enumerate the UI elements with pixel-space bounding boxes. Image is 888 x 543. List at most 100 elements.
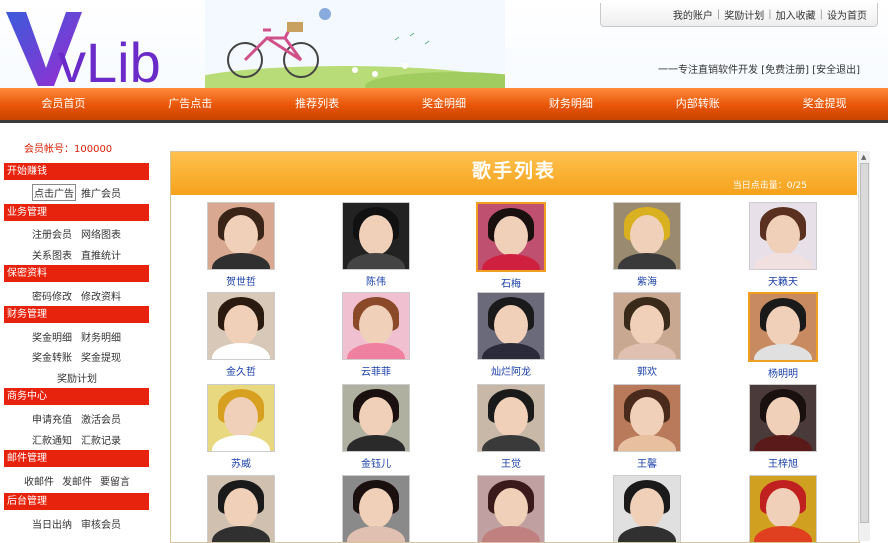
singer-photo[interactable]	[749, 384, 817, 452]
nav-internal-transfer[interactable]: 内部转账	[634, 88, 761, 120]
singer-photo[interactable]	[342, 292, 410, 360]
nav-bonus-withdraw[interactable]: 奖金提现	[761, 88, 888, 120]
sidebar-item-bonus-withdraw[interactable]: 奖金提现	[81, 349, 121, 364]
section-business-management[interactable]: 业务管理	[4, 204, 149, 221]
sidebar-item-register-member[interactable]: 注册会员	[32, 226, 72, 241]
sidebar-item-relation-chart[interactable]: 关系图表	[32, 247, 72, 262]
add-favorite-link[interactable]: 加入收藏	[776, 7, 816, 22]
singer-card[interactable]	[336, 475, 416, 542]
singer-card[interactable]: 金钰儿	[336, 384, 416, 470]
singer-card[interactable]: 王馨	[607, 384, 687, 470]
nav-referral-list[interactable]: 推荐列表	[254, 88, 381, 120]
sidebar-item-remittance-notice[interactable]: 汇款通知	[32, 432, 72, 447]
scroll-up-arrow-icon[interactable]: ▲	[861, 153, 866, 161]
set-homepage-link[interactable]: 设为首页	[827, 7, 867, 22]
singer-name[interactable]: 苏威	[201, 455, 281, 470]
singer-name[interactable]: 紫海	[607, 273, 687, 288]
singer-name[interactable]: 金久哲	[201, 363, 281, 378]
nav-bonus-details[interactable]: 奖金明细	[381, 88, 508, 120]
singer-photo[interactable]	[342, 475, 410, 542]
singer-card[interactable]: 王梓旭	[743, 384, 823, 470]
singer-card[interactable]: 贺世哲	[201, 202, 281, 288]
singer-photo[interactable]	[207, 475, 275, 542]
sidebar-item-remittance-records[interactable]: 汇款记录	[81, 432, 121, 447]
singer-card[interactable]: 王觉	[471, 384, 551, 470]
singer-name[interactable]: 杨明明	[743, 365, 823, 380]
my-account-link[interactable]: 我的账户	[673, 7, 713, 22]
singer-photo[interactable]	[613, 202, 681, 270]
singer-photo[interactable]	[342, 202, 410, 270]
section-mail-management[interactable]: 邮件管理	[4, 450, 149, 467]
singer-photo[interactable]	[477, 384, 545, 452]
section-start-earning[interactable]: 开始赚钱	[4, 163, 149, 180]
sidebar-item-edit-profile[interactable]: 修改资料	[81, 288, 121, 303]
sidebar-item-network-chart[interactable]: 网络图表	[81, 226, 121, 241]
sidebar-item-direct-stats[interactable]: 直推统计	[81, 247, 121, 262]
section-finance-management[interactable]: 财务管理	[4, 306, 149, 323]
safe-logout-link[interactable]: [安全退出]	[812, 65, 860, 76]
nav-finance-details[interactable]: 财务明细	[507, 88, 634, 120]
scrollbar-thumb[interactable]	[860, 163, 869, 523]
singer-name[interactable]: 石梅	[471, 275, 551, 290]
singer-photo[interactable]	[749, 202, 817, 270]
singer-photo[interactable]	[477, 292, 545, 360]
singer-card[interactable]	[201, 475, 281, 542]
singer-name[interactable]: 陈伟	[336, 273, 416, 288]
singer-photo[interactable]	[613, 384, 681, 452]
singer-card[interactable]: 金久哲	[201, 292, 281, 378]
sidebar-item-click-ads[interactable]: 点击广告	[32, 184, 76, 201]
singer-name[interactable]: 贺世哲	[201, 273, 281, 288]
sidebar-item-daily-cashier[interactable]: 当日出纳	[32, 516, 72, 531]
singer-photo[interactable]	[207, 202, 275, 270]
vlib-logo[interactable]: vLib	[4, 2, 204, 88]
vertical-scrollbar[interactable]: ▲	[858, 151, 870, 541]
singer-card[interactable]: 苏威	[201, 384, 281, 470]
sidebar-item-bonus-details[interactable]: 奖金明细	[32, 329, 72, 344]
singer-card[interactable]: 天籁天	[743, 202, 823, 288]
singer-photo[interactable]	[477, 475, 545, 542]
section-admin-management[interactable]: 后台管理	[4, 493, 149, 510]
singer-name[interactable]: 王梓旭	[743, 455, 823, 470]
singer-photo[interactable]	[342, 384, 410, 452]
singer-photo[interactable]	[613, 475, 681, 542]
singer-photo[interactable]	[613, 292, 681, 360]
sidebar-item-apply-recharge[interactable]: 申请充值	[32, 411, 72, 426]
singer-name[interactable]: 王馨	[607, 455, 687, 470]
sidebar-item-inbox[interactable]: 收邮件	[24, 473, 54, 488]
sidebar-item-finance-details[interactable]: 财务明细	[81, 329, 121, 344]
sidebar-item-leave-message[interactable]: 要留言	[100, 473, 130, 488]
singer-card[interactable]: 云菲菲	[336, 292, 416, 378]
singer-card[interactable]: 紫海	[607, 202, 687, 288]
sidebar-item-send-mail[interactable]: 发邮件	[62, 473, 92, 488]
sidebar-item-bonus-transfer[interactable]: 奖金转账	[32, 349, 72, 364]
nav-ad-click[interactable]: 广告点击	[127, 88, 254, 120]
singer-photo[interactable]	[476, 202, 546, 272]
singer-name[interactable]: 王觉	[471, 455, 551, 470]
singer-photo[interactable]	[749, 475, 817, 542]
singer-card[interactable]: 陈伟	[336, 202, 416, 288]
singer-photo[interactable]	[207, 292, 275, 360]
singer-name[interactable]: 金钰儿	[336, 455, 416, 470]
singer-card[interactable]	[607, 475, 687, 542]
sidebar-item-promote-members[interactable]: 推广会员	[81, 185, 121, 200]
singer-name[interactable]: 云菲菲	[336, 363, 416, 378]
singer-name[interactable]: 天籁天	[743, 273, 823, 288]
singer-card[interactable]: 石梅	[471, 202, 551, 290]
section-confidential-info[interactable]: 保密资料	[4, 265, 149, 282]
singer-name[interactable]: 郭欢	[607, 363, 687, 378]
singer-card[interactable]: 郭欢	[607, 292, 687, 378]
singer-card[interactable]: 灿烂阿龙	[471, 292, 551, 378]
singer-card[interactable]	[471, 475, 551, 542]
singer-card[interactable]: 杨明明	[743, 292, 823, 380]
reward-plan-link[interactable]: 奖励计划	[724, 7, 764, 22]
section-business-center[interactable]: 商务中心	[4, 388, 149, 405]
sidebar-item-activate-member[interactable]: 激活会员	[81, 411, 121, 426]
nav-member-home[interactable]: 会员首页	[0, 88, 127, 120]
sidebar-item-reward-plan[interactable]: 奖励计划	[57, 370, 97, 385]
singer-card[interactable]	[743, 475, 823, 542]
singer-name[interactable]: 灿烂阿龙	[471, 363, 551, 378]
sidebar-item-review-members[interactable]: 审核会员	[81, 516, 121, 531]
singer-photo[interactable]	[207, 384, 275, 452]
singer-photo[interactable]	[748, 292, 818, 362]
free-register-link[interactable]: [免费注册]	[761, 65, 809, 76]
